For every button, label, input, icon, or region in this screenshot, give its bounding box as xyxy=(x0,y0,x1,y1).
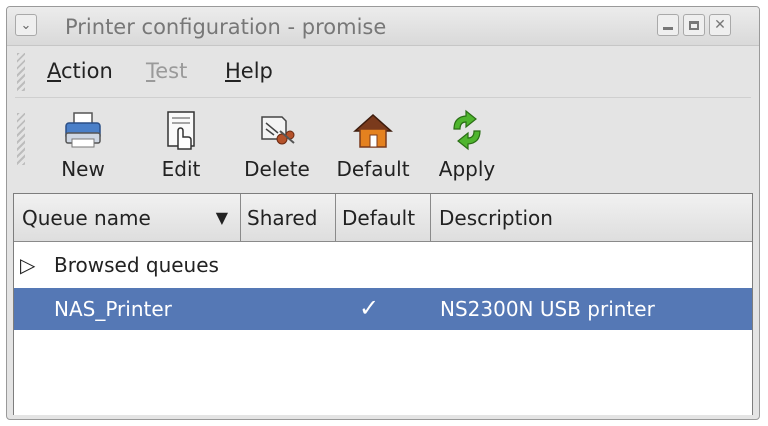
column-header-label: Queue name xyxy=(22,205,151,230)
delete-button-label: Delete xyxy=(244,157,310,181)
menu-action-mnemonic: A xyxy=(47,59,61,83)
column-header-label: Shared xyxy=(247,205,318,230)
close-icon: ✕ xyxy=(714,17,726,33)
menu-test-label: est xyxy=(155,59,188,83)
column-header-label: Description xyxy=(439,205,553,230)
queue-table: Queue name ▼ Shared Default Description … xyxy=(13,193,753,415)
menu-action-label: ction xyxy=(61,59,113,83)
table-row[interactable]: ▷ Browsed queues xyxy=(14,246,752,284)
menu-help-mnemonic: H xyxy=(225,59,241,83)
maximize-icon xyxy=(689,20,699,30)
new-button[interactable]: New xyxy=(53,99,113,191)
toolbar: New Edit Delete Default Apply xyxy=(7,99,759,195)
edit-document-icon xyxy=(167,111,195,150)
menu-test[interactable]: Test xyxy=(146,59,187,83)
edit-button-label: Edit xyxy=(161,157,201,181)
menubar-separator xyxy=(15,97,751,98)
window-menu-button[interactable]: ⌄ xyxy=(15,14,37,36)
default-button[interactable]: Default xyxy=(331,99,415,191)
column-header-queue-name[interactable]: Queue name ▼ xyxy=(14,194,241,241)
printer-config-window: ⌄ Printer configuration - promise ✕ Acti… xyxy=(6,6,760,420)
expander-triangle-icon[interactable]: ▷ xyxy=(20,253,35,277)
new-button-label: New xyxy=(61,157,105,181)
table-row[interactable]: NAS_Printer ✓ NS2300N USB printer xyxy=(14,288,752,330)
minimize-icon xyxy=(663,26,673,30)
menu-test-mnemonic: T xyxy=(146,59,156,83)
delete-button[interactable]: Delete xyxy=(239,99,315,191)
table-header: Queue name ▼ Shared Default Description xyxy=(14,194,752,242)
column-header-description[interactable]: Description xyxy=(431,194,752,241)
edit-button[interactable]: Edit xyxy=(151,99,211,191)
apply-button[interactable]: Apply xyxy=(435,99,499,191)
column-header-label: Default xyxy=(342,205,416,230)
menu-bar: Action Test Help xyxy=(7,47,759,97)
column-header-shared[interactable]: Shared xyxy=(241,194,336,241)
refresh-icon xyxy=(453,109,481,151)
window-title: Printer configuration - promise xyxy=(65,15,387,39)
close-button[interactable]: ✕ xyxy=(709,14,731,36)
column-header-default[interactable]: Default xyxy=(336,194,431,241)
chevron-down-icon[interactable]: ▼ xyxy=(216,208,228,227)
checkmark-icon: ✓ xyxy=(359,294,380,322)
toolbar-grip[interactable] xyxy=(17,113,25,165)
menu-help-label: elp xyxy=(240,59,273,83)
menu-action[interactable]: Action xyxy=(47,59,113,83)
minimize-button[interactable] xyxy=(657,14,679,36)
default-button-label: Default xyxy=(336,157,410,181)
delete-icon xyxy=(261,116,295,145)
menu-help[interactable]: Help xyxy=(225,59,273,83)
printer-icon xyxy=(65,112,101,148)
row-queue-name: Browsed queues xyxy=(54,253,219,277)
title-bar: ⌄ Printer configuration - promise ✕ xyxy=(7,7,759,46)
row-queue-name: NAS_Printer xyxy=(54,297,172,321)
chevron-down-icon: ⌄ xyxy=(20,17,32,33)
maximize-button[interactable] xyxy=(683,14,705,36)
menubar-grip[interactable] xyxy=(17,53,25,91)
apply-button-label: Apply xyxy=(438,157,496,181)
row-description: NS2300N USB printer xyxy=(440,297,655,321)
home-icon xyxy=(353,113,393,148)
